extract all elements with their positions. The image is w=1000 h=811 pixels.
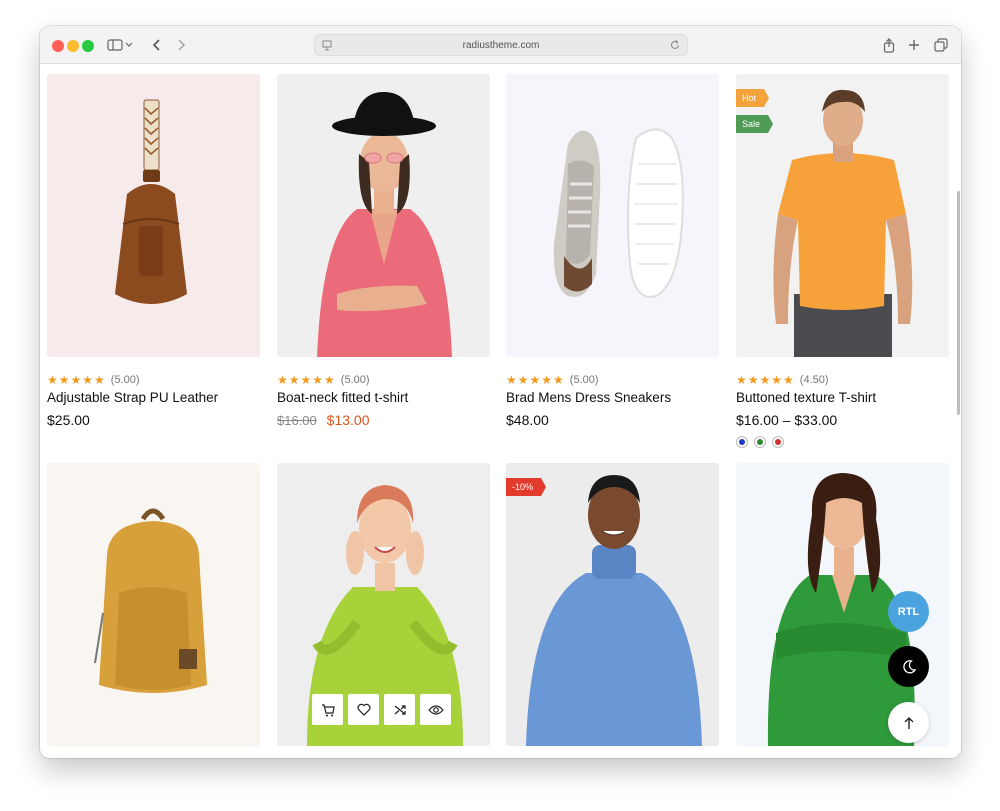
product-image-sneakers[interactable] bbox=[506, 74, 719, 357]
browser-window: radiustheme.com ★★★★★ (5.00) Adjustable … bbox=[40, 26, 961, 758]
rating-value: (4.50) bbox=[799, 374, 829, 386]
product-title[interactable]: Boat-neck fitted t-shirt bbox=[277, 390, 408, 405]
product-rating: ★★★★★ (4.50) bbox=[736, 373, 829, 387]
rating-value: (5.00) bbox=[110, 374, 140, 386]
chevron-down-icon[interactable] bbox=[122, 34, 136, 56]
product-rating: ★★★★★ (5.00) bbox=[506, 373, 599, 387]
price-value: $48.00 bbox=[506, 412, 549, 428]
new-tab-icon[interactable] bbox=[903, 34, 925, 56]
compare-icon[interactable] bbox=[384, 694, 415, 725]
badge-sale: Sale bbox=[736, 115, 774, 133]
moon-icon bbox=[902, 659, 916, 673]
dark-mode-toggle-button[interactable] bbox=[888, 646, 929, 687]
reload-icon[interactable] bbox=[669, 39, 681, 51]
swatch-green[interactable] bbox=[754, 436, 766, 448]
tabs-overview-icon[interactable] bbox=[930, 34, 952, 56]
price-range: $16.00 – $33.00 bbox=[736, 412, 838, 428]
product-image-backpack[interactable] bbox=[47, 463, 260, 746]
scrollbar-thumb[interactable] bbox=[957, 191, 960, 415]
badge-hot: Hot bbox=[736, 89, 770, 107]
swatch-red[interactable] bbox=[772, 436, 784, 448]
product-image-woman-pink-dress[interactable] bbox=[277, 74, 490, 357]
eye-icon[interactable] bbox=[420, 694, 451, 725]
product-price: $16.00 – $33.00 bbox=[736, 412, 837, 428]
product-image-leather-bag[interactable] bbox=[47, 74, 260, 357]
product-price: $25.00 bbox=[47, 412, 90, 428]
rating-stars: ★★★★★ bbox=[736, 373, 795, 387]
forward-icon[interactable] bbox=[170, 34, 192, 56]
share-icon[interactable] bbox=[878, 34, 900, 56]
heart-icon[interactable] bbox=[348, 694, 379, 725]
arrow-up-icon bbox=[904, 716, 913, 729]
rating-stars: ★★★★★ bbox=[47, 373, 106, 387]
price-value: $25.00 bbox=[47, 412, 90, 428]
rating-stars: ★★★★★ bbox=[277, 373, 336, 387]
back-icon[interactable] bbox=[146, 34, 168, 56]
badge-discount: -10% bbox=[506, 478, 547, 496]
page-content: ★★★★★ (5.00) Adjustable Strap PU Leather… bbox=[40, 65, 961, 758]
old-price: $16.00 bbox=[277, 413, 317, 428]
product-title[interactable]: Brad Mens Dress Sneakers bbox=[506, 390, 671, 405]
product-actions bbox=[312, 694, 451, 725]
sale-price: $13.00 bbox=[326, 412, 370, 428]
minimize-window-button[interactable] bbox=[67, 40, 79, 52]
product-rating: ★★★★★ (5.00) bbox=[47, 373, 140, 387]
product-image-man-blue-turtleneck[interactable] bbox=[506, 463, 719, 746]
product-title[interactable]: Buttoned texture T-shirt bbox=[736, 390, 876, 405]
scrollbar-track[interactable] bbox=[957, 65, 961, 758]
scroll-to-top-button[interactable] bbox=[888, 702, 929, 743]
cart-icon[interactable] bbox=[312, 694, 343, 725]
browser-toolbar: radiustheme.com bbox=[40, 26, 961, 64]
swatch-blue[interactable] bbox=[736, 436, 748, 448]
reader-icon[interactable] bbox=[321, 39, 333, 51]
url-text: radiustheme.com bbox=[462, 39, 540, 51]
rtl-toggle-button[interactable]: RTL bbox=[888, 591, 929, 632]
product-rating: ★★★★★ (5.00) bbox=[277, 373, 370, 387]
color-swatches bbox=[736, 436, 784, 448]
close-window-button[interactable] bbox=[52, 40, 64, 52]
rating-value: (5.00) bbox=[569, 374, 599, 386]
zoom-window-button[interactable] bbox=[82, 40, 94, 52]
address-bar[interactable]: radiustheme.com bbox=[314, 34, 688, 56]
product-title[interactable]: Adjustable Strap PU Leather bbox=[47, 390, 218, 405]
rating-stars: ★★★★★ bbox=[506, 373, 565, 387]
product-price: $48.00 bbox=[506, 412, 549, 428]
rating-value: (5.00) bbox=[340, 374, 370, 386]
product-price: $16.00 $13.00 bbox=[277, 412, 369, 428]
